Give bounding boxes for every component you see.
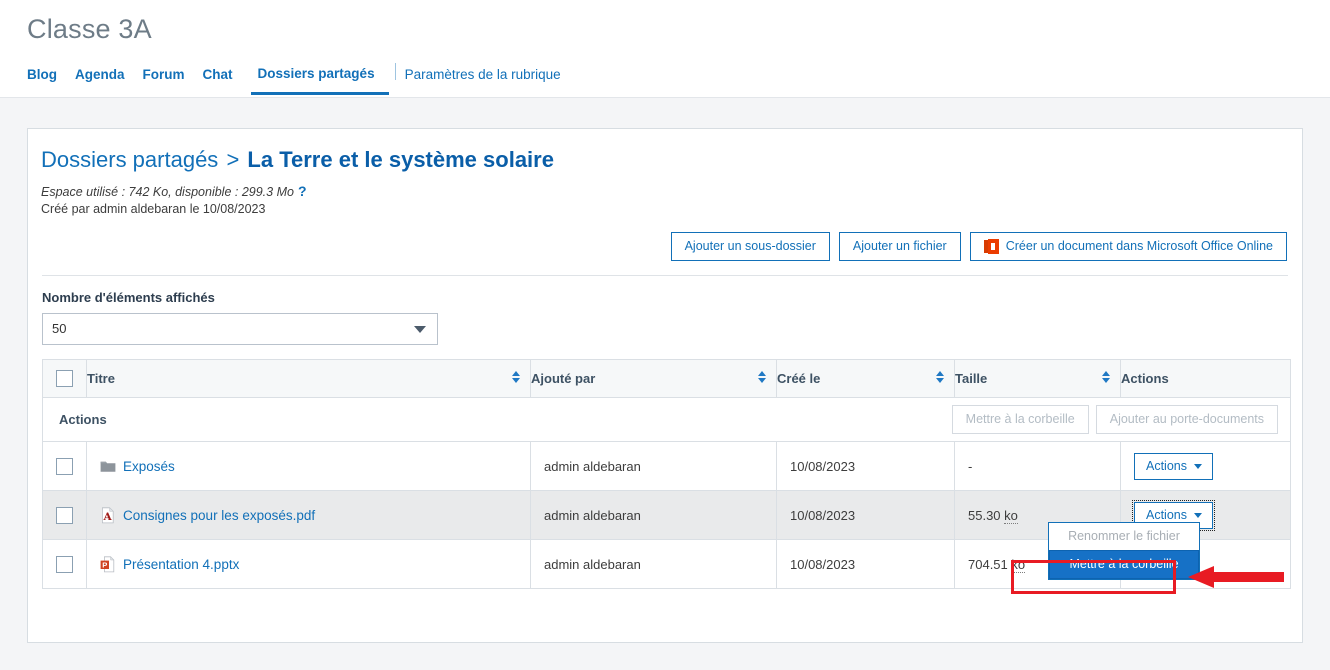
file-name-link[interactable]: Exposés [123, 459, 175, 474]
link-parametres-rubrique[interactable]: Paramètres de la rubrique [405, 67, 561, 95]
row-select-cell [42, 539, 87, 589]
breadcrumb-separator: > [226, 147, 240, 172]
breadcrumb-current: La Terre et le système solaire [247, 147, 554, 172]
table-row[interactable]: Exposés admin aldebaran 10/08/2023 - Act… [42, 441, 1291, 491]
main-tabs: Blog Agenda Forum Chat Dossiers partagés… [27, 58, 1330, 95]
dropdown-item-trash[interactable]: Mettre à la corbeille [1049, 550, 1199, 579]
items-count-select-wrap: 102050100 [42, 313, 438, 345]
page-title: Classe 3A [27, 14, 152, 44]
bulk-actions-cell: Actions Mettre à la corbeille Ajouter au… [42, 397, 1291, 442]
bulk-add-portfolio-button[interactable]: Ajouter au porte-documents [1095, 405, 1278, 434]
row-checkbox[interactable] [56, 555, 73, 573]
folder-icon [100, 461, 116, 472]
column-header-ajoute-par-label: Ajouté par [531, 371, 596, 386]
create-office-document-label: Créer un document dans Microsoft Office … [1005, 239, 1273, 253]
column-header-actions: Actions [1120, 359, 1291, 398]
bulk-actions-label: Actions [59, 412, 107, 427]
files-table-body: Exposés admin aldebaran 10/08/2023 - Act… [42, 441, 1291, 589]
row-actions-dropdown: Renommer le fichier Mettre à la corbeill… [1048, 522, 1200, 580]
file-name-link[interactable]: Présentation 4.pptx [123, 557, 239, 572]
row-actions-cell: Actions Renommer le fichier Mettre à la … [1048, 490, 1291, 580]
row-select-cell [42, 490, 87, 540]
row-created-cell: 10/08/2023 [776, 490, 955, 540]
column-header-titre-label: Titre [87, 371, 115, 386]
row-checkbox[interactable] [56, 506, 73, 524]
row-size-value: 704.51 [968, 556, 1008, 572]
row-author-cell: admin aldebaran [530, 441, 777, 491]
bulk-actions-body: Actions Mettre à la corbeille Ajouter au… [42, 397, 1291, 442]
column-header-cree-le-label: Créé le [777, 371, 821, 386]
svg-text:P: P [102, 560, 107, 569]
row-created-cell: 10/08/2023 [776, 441, 955, 491]
row-size-unit: ko [1004, 507, 1018, 524]
row-checkbox[interactable] [56, 457, 73, 475]
create-office-document-button[interactable]: Créer un document dans Microsoft Office … [969, 232, 1287, 261]
table-header-row: Titre Ajouté par Créé le Taille Actions [42, 359, 1291, 398]
row-size-value: 55.30 [968, 507, 1001, 523]
storage-info: Espace utilisé : 742 Ko, disponible : 29… [41, 183, 1289, 200]
dropdown-item-rename[interactable]: Renommer le fichier [1049, 523, 1199, 550]
row-title-cell: Exposés [86, 441, 531, 491]
row-size-cell: - [954, 441, 1121, 491]
items-count-select[interactable]: 102050100 [42, 313, 438, 345]
select-all-header [42, 359, 87, 398]
row-author-cell: admin aldebaran [530, 490, 777, 540]
sort-icon-titre[interactable] [511, 370, 520, 387]
row-actions-cell: Actions [1120, 441, 1291, 491]
files-table-head: Titre Ajouté par Créé le Taille Actions [42, 359, 1291, 398]
items-count-label: Nombre d'éléments affichés [42, 290, 215, 305]
table-row[interactable]: A Consignes pour les exposés.pdf admin a… [42, 490, 1291, 580]
column-header-ajoute-par[interactable]: Ajouté par [530, 359, 777, 398]
app-header: Classe 3A Blog Agenda Forum Chat Dossier… [0, 0, 1330, 98]
created-by-info: Créé par admin aldebaran le 10/08/2023 [41, 202, 266, 216]
caret-down-icon [1194, 512, 1202, 518]
tab-forum[interactable]: Forum [143, 68, 196, 95]
microsoft-office-icon [983, 239, 999, 254]
row-title-cell: A Consignes pour les exposés.pdf [86, 490, 531, 540]
sort-icon-ajoute-par[interactable] [757, 370, 766, 387]
column-header-titre[interactable]: Titre [86, 359, 531, 398]
storage-info-text: Espace utilisé : 742 Ko, disponible : 29… [41, 185, 294, 199]
files-table: Titre Ajouté par Créé le Taille Actions [42, 359, 1291, 589]
row-author-cell: admin aldebaran [530, 539, 777, 589]
row-actions-label: Actions [1146, 507, 1187, 522]
bulk-actions-row: Actions Mettre à la corbeille Ajouter au… [42, 397, 1291, 442]
file-name-link[interactable]: Consignes pour les exposés.pdf [123, 508, 315, 523]
column-header-taille[interactable]: Taille [954, 359, 1121, 398]
row-select-cell [42, 441, 87, 491]
help-icon[interactable]: ? [298, 183, 307, 199]
row-size-value: - [968, 458, 973, 474]
sort-icon-taille[interactable] [1101, 370, 1110, 387]
row-actions-button[interactable]: Actions [1134, 452, 1213, 480]
tab-blog[interactable]: Blog [27, 68, 68, 95]
bulk-trash-button[interactable]: Mettre à la corbeille [951, 405, 1089, 434]
breadcrumb: Dossiers partagés > La Terre et le systè… [41, 146, 1289, 174]
column-header-cree-le[interactable]: Créé le [776, 359, 955, 398]
row-size-unit: ko [1011, 556, 1026, 573]
tab-agenda[interactable]: Agenda [75, 68, 136, 95]
powerpoint-file-icon: P [100, 555, 115, 572]
pdf-file-icon: A [102, 506, 114, 523]
select-all-checkbox[interactable] [56, 370, 73, 387]
svg-text:A: A [103, 511, 113, 523]
content-card: Dossiers partagés > La Terre et le systè… [27, 128, 1303, 643]
row-created-cell: 10/08/2023 [776, 539, 955, 589]
breadcrumb-root[interactable]: Dossiers partagés [41, 147, 218, 172]
tab-divider [394, 63, 396, 80]
tab-dossiers-partages[interactable]: Dossiers partagés [250, 67, 389, 95]
tab-chat[interactable]: Chat [203, 68, 244, 95]
column-header-taille-label: Taille [955, 371, 988, 386]
add-subfolder-button[interactable]: Ajouter un sous-dossier [670, 232, 830, 261]
sort-icon-cree-le[interactable] [935, 370, 944, 387]
folder-action-buttons: Ajouter un sous-dossier Ajouter un fichi… [41, 232, 1289, 261]
row-title-cell: P Présentation 4.pptx [86, 539, 531, 589]
add-file-button[interactable]: Ajouter un fichier [838, 232, 961, 261]
row-actions-label: Actions [1146, 458, 1187, 473]
caret-down-icon [1194, 463, 1202, 469]
section-divider [42, 275, 1288, 276]
